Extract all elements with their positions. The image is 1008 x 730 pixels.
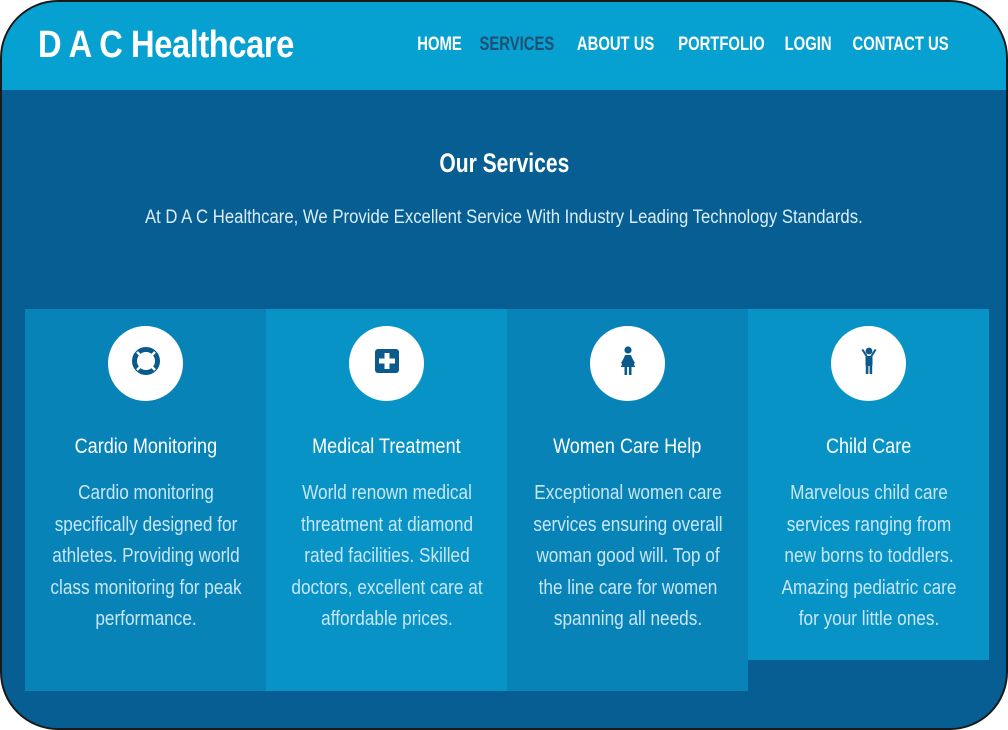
nav-portfolio[interactable]: PORTFOLIO [678,34,764,56]
brand-logo[interactable]: D A C Healthcare [38,24,294,67]
card-title: Cardio Monitoring [74,435,217,458]
card-icon-badge [349,326,424,401]
card-title: Women Care Help [553,435,702,458]
nav-home[interactable]: HOME [417,34,461,56]
service-card-medical: Medical Treatment World renown medical t… [266,309,507,691]
nav-about-us[interactable]: ABOUT US [577,34,654,56]
nav-contact-us[interactable]: CONTACT US [852,34,948,56]
card-description: Exceptional women care services ensuring… [532,482,723,630]
woman-icon [617,346,639,381]
service-card-cardio: Cardio Monitoring Cardio monitoring spec… [25,309,266,691]
card-icon-badge [590,326,665,401]
card-title: Child Care [825,435,912,458]
card-description: Marvelous child care services ranging fr… [781,482,956,630]
card-description: Cardio monitoring specifically designed … [49,482,242,630]
service-card-women: Women Care Help Exceptional women care s… [507,309,748,691]
card-description: World renown medical threatment at diamo… [290,482,483,630]
site-header: D A C Healthcare HOME SERVICES ABOUT US … [2,2,1006,90]
lifebuoy-icon [131,346,161,381]
section-title: Our Services [439,148,569,178]
medical-plus-icon [374,348,400,379]
card-title: Medical Treatment [312,435,461,458]
service-card-child: Child Care Marvelous child care services… [748,309,989,660]
section-subtitle: At D A C Healthcare, We Provide Excellen… [145,207,863,228]
nav-services[interactable]: SERVICES [479,34,554,56]
child-icon [858,346,880,381]
card-icon-badge [108,326,183,401]
main-nav: HOME SERVICES ABOUT US PORTFOLIO LOGIN C… [417,34,954,56]
card-icon-badge [831,326,906,401]
browser-frame: D A C Healthcare HOME SERVICES ABOUT US … [0,0,1008,730]
nav-login[interactable]: LOGIN [784,34,831,56]
